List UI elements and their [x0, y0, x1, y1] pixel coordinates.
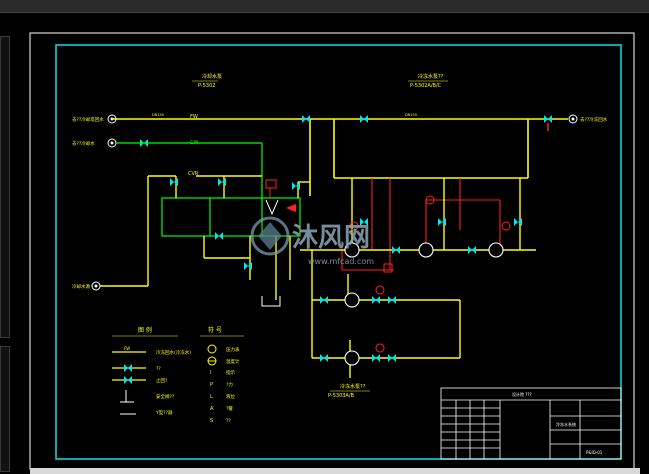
watermark-text: 沐风网 [292, 223, 370, 253]
svg-text:S: S [210, 418, 213, 424]
svg-text:?警: ?警 [226, 405, 233, 412]
svg-text:温度计: 温度计 [226, 358, 240, 365]
title-block-drawing-title: 冷冻水系统 [556, 421, 576, 427]
legend-heading-a: 图 例 [138, 326, 152, 334]
legend-row-3: 止回? [112, 376, 168, 384]
bottom-left-label: 冷却水源 [72, 283, 90, 290]
inlet-2-label: 去??冷却水 [72, 140, 95, 147]
title-block [440, 387, 622, 460]
title-right-sub: P-5302A/B/C [410, 83, 442, 89]
svg-text:?力: ?力 [226, 381, 233, 388]
svg-text:冷冻回水(冷冻水): 冷冻回水(冷冻水) [156, 349, 191, 356]
legend-heading-b: 符 号 [208, 326, 222, 334]
legend-symbols: 压力表 温度计 I 指示 P ?力 L 液位 A ?警 S ?? [207, 344, 240, 424]
pump-group-title: 冷冻水泵?? [340, 383, 366, 390]
watermark-url: www.mfcad.com [308, 257, 374, 266]
red-arrow [286, 204, 296, 212]
svg-text:??: ?? [226, 418, 231, 424]
inlet-2-node [107, 138, 117, 148]
main-header-pipe [112, 118, 568, 196]
inlet-1-label: 去??冷却塔回水 [72, 116, 104, 123]
title-left-sub: P-5302 [198, 83, 215, 89]
pipe-cw-label: CW [190, 140, 198, 146]
header-valves [140, 115, 552, 147]
pump-group-sub: P-5303A/B [328, 393, 355, 399]
pumps-lower [344, 292, 360, 366]
dn-label-1: DN150 [152, 113, 164, 117]
title-left-top: 冷却水泵 [202, 73, 222, 80]
dn-label-2: DN150 [405, 113, 417, 117]
legend-row-5: Y型??器 [120, 409, 173, 416]
cad-drawing-canvas[interactable]: 冷却水泵 P-5302 冷冻水泵?? P-5302A/B/C 去??冷却塔回水 … [0, 0, 649, 474]
lower-pump-pipes [311, 250, 461, 378]
lower-red-instruments [375, 285, 385, 353]
svg-text:I: I [210, 370, 211, 376]
outlet-right-label: 去??冷冻回水 [580, 116, 608, 123]
svg-text:液位: 液位 [226, 393, 235, 400]
svg-text:压力表: 压力表 [226, 346, 240, 353]
outlet-right-node [568, 114, 578, 124]
watermark: 沐风网 www.mfcad.com [250, 216, 374, 266]
svg-text:指示: 指示 [226, 369, 235, 376]
svg-text:止回?: 止回? [156, 377, 168, 384]
tank-valves [170, 178, 300, 270]
svg-text:P: P [210, 382, 213, 388]
legend-row-1: FW 冷冻回水(冷冻水) [112, 346, 191, 356]
legend-row-2: ?? [112, 364, 161, 372]
lower-valves [320, 296, 396, 362]
source-node [91, 281, 101, 291]
svg-text:FW: FW [124, 346, 130, 351]
tank-red-instruments [265, 179, 277, 198]
svg-text:安全阀??: 安全阀?? [156, 393, 175, 400]
title-block-drawing-no: P&ID-01 [586, 450, 603, 455]
heat-exchanger-tank [161, 197, 301, 237]
title-block-company: 设计院 ??? [512, 391, 532, 397]
pipe-fw-label: FW [190, 114, 198, 120]
svg-text:L: L [210, 394, 213, 400]
svg-text:Y型??器: Y型??器 [155, 409, 173, 416]
legend-row-4: 安全阀?? [120, 390, 175, 403]
svg-text:A: A [210, 406, 214, 412]
cvr-label: CVR [188, 171, 199, 177]
legend-symbol-circle [207, 344, 217, 354]
title-right-top: 冷冻水泵?? [418, 73, 444, 80]
svg-text:??: ?? [156, 366, 161, 372]
bottom-status-strip [30, 468, 640, 474]
